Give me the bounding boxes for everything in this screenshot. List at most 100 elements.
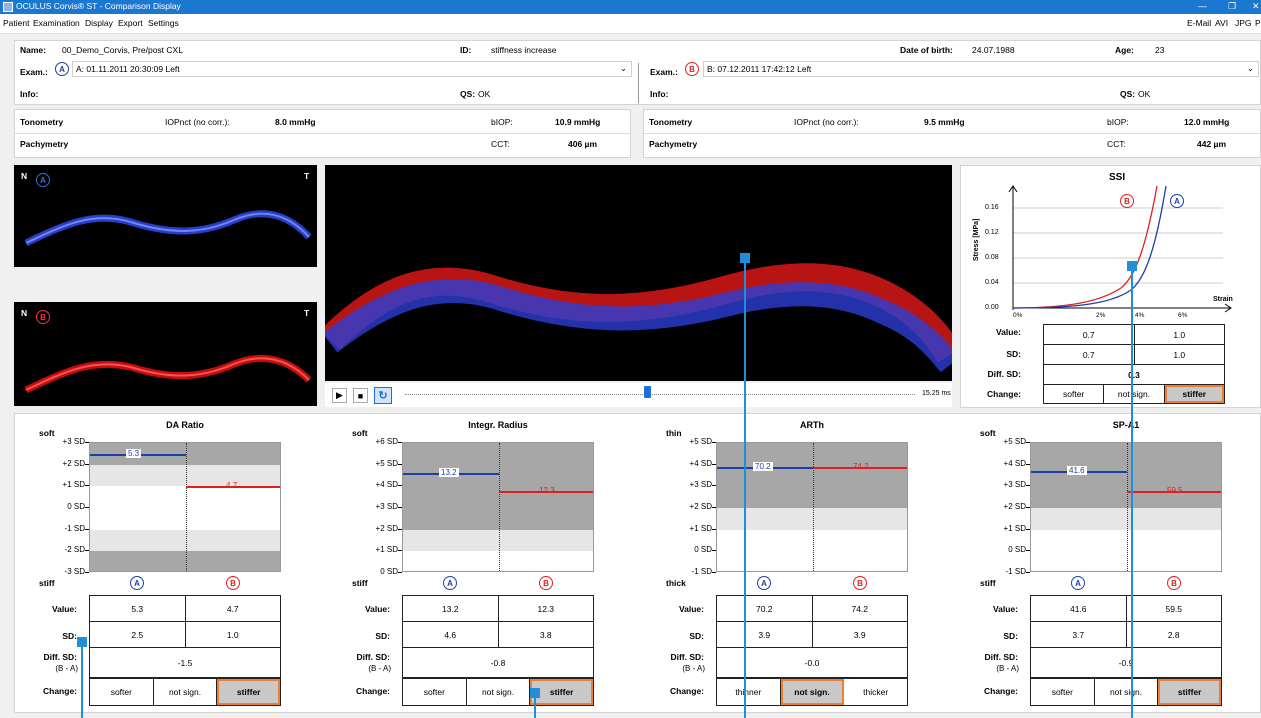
diff-value: -1.5: [89, 647, 281, 678]
close-icon[interactable]: ✕: [1252, 1, 1260, 12]
jpg-button[interactable]: JPG: [1235, 18, 1252, 28]
change-option-2[interactable]: stiffer: [1158, 679, 1222, 705]
ssi-change-not-sign[interactable]: not sign.: [1104, 385, 1165, 403]
values-table: 13.2 12.3 4.6 3.8 -0.8: [402, 595, 594, 678]
divider: [638, 63, 639, 103]
change-option-2[interactable]: stiffer: [217, 679, 281, 705]
gauge-divider: [499, 443, 500, 571]
menu-settings[interactable]: Settings: [148, 18, 179, 28]
value-b: 4.7: [184, 595, 281, 622]
change-option-0[interactable]: softer: [90, 679, 154, 705]
email-button[interactable]: E-Mail: [1187, 18, 1211, 28]
ssi-chart: [1008, 185, 1232, 313]
value-a: 5.3: [89, 595, 186, 622]
change-option-0[interactable]: thinner: [717, 679, 781, 705]
play-icon: ▶: [336, 390, 343, 400]
value-a: 41.6: [1030, 595, 1127, 622]
parameter-panel: ARTh thin thick 70.2 74.2 +5 SD +4 SD +3 S…: [641, 414, 947, 710]
loop-icon: ↻: [378, 390, 388, 402]
biop-a-label: bIOP:: [491, 117, 513, 127]
patient-id: stiffness increase: [491, 45, 557, 55]
sd-tick-label: +5 SD: [689, 437, 712, 446]
sd-tick-label: 0 SD: [380, 567, 398, 576]
sd-gauge: 41.6 59.5: [1030, 442, 1222, 572]
badge-a-icon: A: [757, 576, 771, 590]
ssi-change-stiffer[interactable]: stiffer: [1164, 385, 1224, 403]
marker-a-value: 5.3: [126, 448, 142, 458]
sd-tick-label: -2 SD: [64, 545, 85, 555]
exam-b-select[interactable]: B: 07.12.2011 17:42:12 Left ⌄: [703, 61, 1259, 77]
patient-panel: Name: 00_Demo_Corvis, Pre/post CXL ID: s…: [14, 40, 1261, 105]
annotation-marker: [77, 637, 87, 647]
value-b: 59.5: [1125, 595, 1222, 622]
value-a: 70.2: [716, 595, 813, 622]
sd-tick-label: +6 SD: [375, 437, 398, 446]
change-option-0[interactable]: softer: [403, 679, 467, 705]
stop-button[interactable]: ■: [353, 388, 368, 403]
cct-b-value: 442 µm: [1197, 139, 1226, 149]
menu-patient[interactable]: Patient: [3, 18, 29, 28]
menu-display[interactable]: Display: [85, 18, 113, 28]
ssi-change-softer[interactable]: softer: [1044, 385, 1105, 403]
sd-label: SD:: [62, 631, 77, 641]
iop-b-value: 9.5 mmHg: [924, 117, 965, 127]
change-option-1[interactable]: not sign.: [154, 679, 218, 705]
sd-tick-label: -3 SD: [64, 567, 85, 576]
menu-examination[interactable]: Examination: [33, 18, 80, 28]
sd-a: 4.6: [402, 621, 499, 648]
more-button[interactable]: P: [1255, 18, 1261, 28]
ssi-change-group: softer not sign. stiffer: [1043, 384, 1225, 404]
value-b: 12.3: [497, 595, 594, 622]
change-option-0[interactable]: softer: [1031, 679, 1095, 705]
pachymetry-a-label: Pachymetry: [20, 139, 69, 149]
menu-export[interactable]: Export: [118, 18, 143, 28]
diff-sublabel: (B - A): [55, 664, 78, 673]
exam-a-select[interactable]: A: 01.11.2011 20:30:09 Left ⌄: [72, 61, 632, 77]
time-readout: 15.25 ms: [922, 390, 951, 397]
gauge-bottom-label: stiff: [39, 578, 55, 588]
timeline-slider[interactable]: [405, 394, 915, 397]
change-option-1[interactable]: not sign.: [1095, 679, 1159, 705]
sd-tick-label: -1 SD: [691, 567, 712, 576]
sd-tick-label: +5 SD: [375, 458, 398, 468]
change-group: softer not sign. stiffer: [402, 678, 594, 706]
chevron-down-icon: ⌄: [1246, 63, 1254, 73]
ssi-value-b: 1.0: [1133, 324, 1225, 345]
ssi-value-label: Value:: [995, 327, 1021, 337]
loop-button[interactable]: ↻: [374, 387, 392, 404]
badge-a-icon: A: [443, 576, 457, 590]
value-label: Value:: [51, 604, 77, 614]
qs-a-label: QS:: [460, 89, 476, 99]
badge-a-icon: A: [130, 576, 144, 590]
patient-name: 00_Demo_Corvis, Pre/post CXL: [62, 45, 183, 55]
sd-tick-label: -1 SD: [1005, 567, 1026, 576]
gauge-divider: [186, 443, 187, 571]
sd-tick-label: +1 SD: [375, 545, 398, 555]
pachymetry-b-label: Pachymetry: [649, 139, 698, 149]
exam-a-label: Exam.:: [20, 67, 48, 77]
change-label: Change:: [356, 686, 390, 696]
maximize-icon[interactable]: ❐: [1228, 1, 1236, 12]
sd-tick-label: +2 SD: [689, 502, 712, 511]
change-label: Change:: [984, 686, 1018, 696]
minimize-icon[interactable]: —: [1198, 1, 1207, 11]
diff-value: -0.9: [1030, 647, 1222, 678]
sd-tick-label: +3 SD: [375, 502, 398, 511]
change-option-1[interactable]: not sign.: [467, 679, 531, 705]
menu-bar: Patient Examination Display Export Setti…: [0, 14, 1261, 34]
change-option-1[interactable]: not sign.: [780, 679, 845, 705]
avi-button[interactable]: AVI: [1215, 18, 1228, 28]
exam-b-value: B: 07.12.2011 17:42:12 Left: [707, 64, 812, 74]
badge-a-icon: A: [1071, 576, 1085, 590]
overlay-image: [325, 165, 952, 381]
ssi-sd-label: SD:: [1006, 349, 1021, 359]
tonometry-a-panel: Tonometry IOPnct (no corr.): 8.0 mmHg bI…: [14, 109, 631, 158]
cct-a-label: CCT:: [491, 139, 510, 149]
cornea-overlay: [325, 263, 952, 373]
tonometry-b-label: Tonometry: [649, 117, 693, 127]
ssi-table: 0.7 1.0 0.7 1.0 0.3: [1043, 324, 1225, 385]
play-button[interactable]: ▶: [332, 388, 347, 403]
change-option-2[interactable]: thicker: [844, 679, 907, 705]
ssi-diff-label: Diff. SD:: [987, 369, 1021, 379]
timeline-thumb[interactable]: [644, 386, 651, 398]
